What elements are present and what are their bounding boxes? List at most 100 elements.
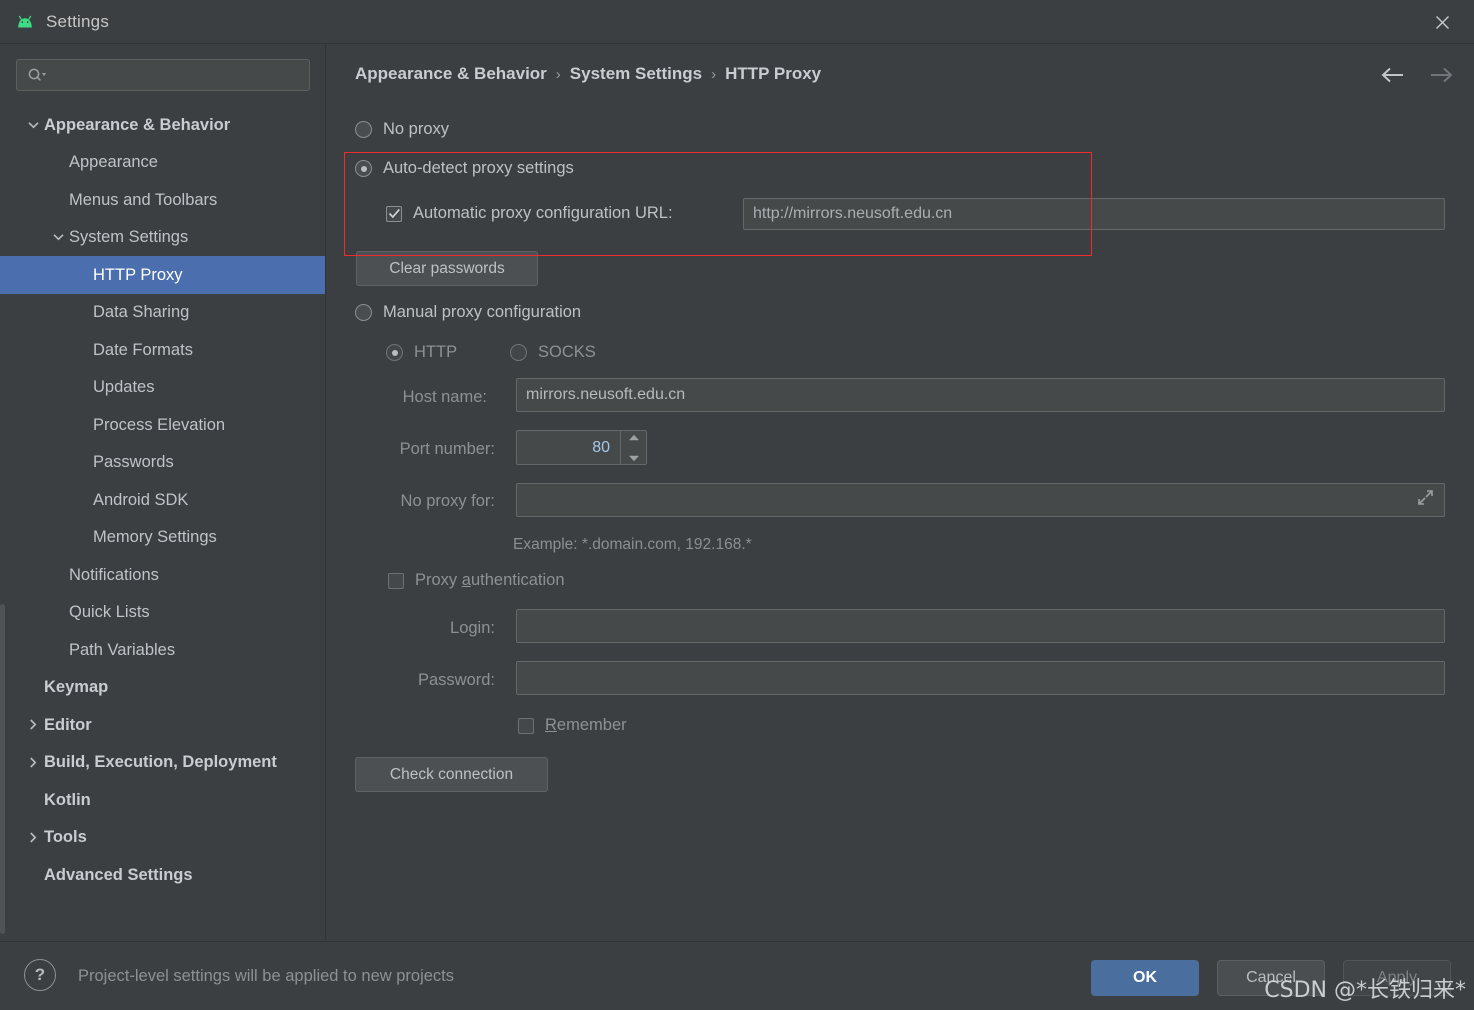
manual-proxy-label: Manual proxy configuration: [383, 303, 582, 321]
sidebar-scrollbar[interactable]: [0, 44, 5, 940]
pac-url-value: http://mirrors.neusoft.edu.cn: [753, 205, 953, 222]
pac-checkbox-label: Automatic proxy configuration URL:: [413, 204, 673, 222]
sidebar-item-system-settings[interactable]: System Settings: [0, 219, 325, 257]
proxy-authentication-label: Proxy authentication: [415, 571, 565, 589]
sidebar-item-http-proxy[interactable]: HTTP Proxy: [0, 256, 325, 294]
sidebar-item-date-formats[interactable]: Date Formats: [0, 331, 325, 369]
pac-checkbox-row[interactable]: Automatic proxy configuration URL:: [386, 204, 673, 223]
sidebar-item-label: Advanced Settings: [44, 865, 193, 884]
sidebar-item-keymap[interactable]: Keymap: [0, 669, 325, 707]
settings-dialog: Settings Appearance & Behavior Appearanc…: [0, 0, 1474, 1010]
title-bar: Settings: [0, 0, 1474, 44]
sidebar-item-label: Passwords: [93, 453, 174, 471]
spinner-down-icon[interactable]: [628, 449, 640, 467]
clear-passwords-label: Clear passwords: [389, 259, 505, 277]
remember-row[interactable]: Remember: [518, 716, 627, 735]
sidebar-item-advanced-settings[interactable]: Advanced Settings: [0, 856, 325, 894]
sidebar-item-passwords[interactable]: Passwords: [0, 444, 325, 482]
host-name-label: Host name:: [402, 388, 487, 406]
navigation-arrows: [1380, 66, 1454, 89]
spinner-up-icon[interactable]: [628, 428, 640, 446]
proxy-authentication-row[interactable]: Proxy authentication: [388, 571, 565, 590]
sidebar-item-label: Editor: [44, 715, 92, 734]
window-title: Settings: [46, 12, 110, 31]
chevron-right-icon[interactable]: [22, 719, 44, 730]
apply-button: Apply: [1343, 960, 1451, 996]
sidebar-item-updates[interactable]: Updates: [0, 369, 325, 407]
login-input[interactable]: [516, 609, 1445, 643]
sidebar-item-android-sdk[interactable]: Android SDK: [0, 481, 325, 519]
ok-label: OK: [1133, 969, 1157, 986]
search-icon: [27, 67, 47, 83]
android-icon: [14, 14, 36, 30]
search-input[interactable]: [16, 59, 310, 91]
http-label: HTTP: [414, 343, 458, 361]
no-proxy-radio[interactable]: [355, 121, 372, 138]
breadcrumb-separator: ›: [711, 65, 717, 83]
breadcrumb-item-system-settings[interactable]: System Settings: [570, 64, 702, 84]
sidebar-item-label: Appearance: [69, 153, 158, 171]
ok-button[interactable]: OK: [1091, 960, 1199, 996]
port-number-stepper[interactable]: 80: [516, 430, 647, 465]
login-label: Login:: [450, 619, 495, 637]
manual-proxy-option[interactable]: Manual proxy configuration: [355, 303, 581, 322]
arrow-right-icon: [1428, 66, 1454, 89]
sidebar-item-label: Updates: [93, 378, 155, 396]
check-connection-label: Check connection: [389, 765, 514, 783]
socks-option[interactable]: SOCKS: [510, 343, 596, 362]
manual-proxy-radio[interactable]: [355, 304, 372, 321]
sidebar-item-data-sharing[interactable]: Data Sharing: [0, 294, 325, 332]
auto-detect-option[interactable]: Auto-detect proxy settings: [355, 159, 574, 178]
sidebar-item-editor[interactable]: Editor: [0, 706, 325, 744]
pac-url-input[interactable]: http://mirrors.neusoft.edu.cn: [743, 198, 1445, 230]
http-radio[interactable]: [386, 344, 403, 361]
sidebar-scrollbar-thumb[interactable]: [0, 604, 5, 934]
remember-checkbox[interactable]: [518, 717, 534, 734]
proxy-authentication-checkbox[interactable]: [388, 572, 404, 589]
question-mark-icon[interactable]: ?: [24, 959, 56, 991]
auto-detect-radio[interactable]: [355, 160, 372, 177]
breadcrumb-item-http-proxy: HTTP Proxy: [725, 64, 822, 83]
password-input[interactable]: [516, 661, 1445, 695]
chevron-right-icon[interactable]: [22, 757, 44, 768]
sidebar-item-label: Data Sharing: [93, 303, 190, 321]
example-hint: Example: *.domain.com, 192.168.*: [513, 536, 752, 553]
http-option[interactable]: HTTP: [386, 343, 457, 362]
sidebar-item-memory-settings[interactable]: Memory Settings: [0, 519, 325, 557]
expand-icon[interactable]: [1416, 488, 1435, 512]
sidebar-item-tools[interactable]: Tools: [0, 819, 325, 857]
sidebar-item-label: Appearance & Behavior: [44, 115, 231, 134]
arrow-left-icon[interactable]: [1380, 66, 1406, 89]
auto-detect-label: Auto-detect proxy settings: [383, 159, 574, 177]
clear-passwords-button[interactable]: Clear passwords: [356, 251, 538, 286]
host-name-input[interactable]: mirrors.neusoft.edu.cn: [516, 378, 1445, 412]
close-icon[interactable]: [1428, 8, 1456, 36]
sidebar-item-label: Quick Lists: [69, 603, 150, 621]
chevron-down-icon[interactable]: [47, 233, 69, 241]
sidebar-item-process-elevation[interactable]: Process Elevation: [0, 406, 325, 444]
socks-radio[interactable]: [510, 344, 527, 361]
breadcrumb-item-appearance-behavior[interactable]: Appearance & Behavior: [355, 64, 547, 84]
port-number-value: 80: [592, 438, 610, 456]
footer-note: Project-level settings will be applied t…: [78, 967, 455, 985]
password-label: Password:: [417, 671, 495, 689]
sidebar-item-kotlin[interactable]: Kotlin: [0, 781, 325, 819]
sidebar-item-appearance[interactable]: Appearance: [0, 144, 325, 182]
sidebar-item-menus-and-toolbars[interactable]: Menus and Toolbars: [0, 181, 325, 219]
host-name-value: mirrors.neusoft.edu.cn: [526, 386, 686, 403]
pac-checkbox[interactable]: [386, 205, 402, 222]
sidebar-item-appearance-behavior[interactable]: Appearance & Behavior: [0, 106, 325, 144]
sidebar-item-build-execution-deployment[interactable]: Build, Execution, Deployment: [0, 744, 325, 782]
sidebar-item-quick-lists[interactable]: Quick Lists: [0, 594, 325, 632]
apply-label: Apply: [1376, 969, 1418, 986]
cancel-button[interactable]: Cancel: [1217, 960, 1325, 996]
no-proxy-for-input[interactable]: [516, 483, 1445, 517]
chevron-right-icon[interactable]: [22, 832, 44, 843]
port-spinner-buttons[interactable]: [620, 431, 646, 464]
no-proxy-option[interactable]: No proxy: [355, 120, 449, 139]
check-connection-button[interactable]: Check connection: [355, 757, 548, 792]
sidebar-item-notifications[interactable]: Notifications: [0, 556, 325, 594]
sidebar: Appearance & Behavior Appearance Menus and…: [0, 44, 326, 940]
sidebar-item-path-variables[interactable]: Path Variables: [0, 631, 325, 669]
chevron-down-icon[interactable]: [22, 121, 44, 129]
